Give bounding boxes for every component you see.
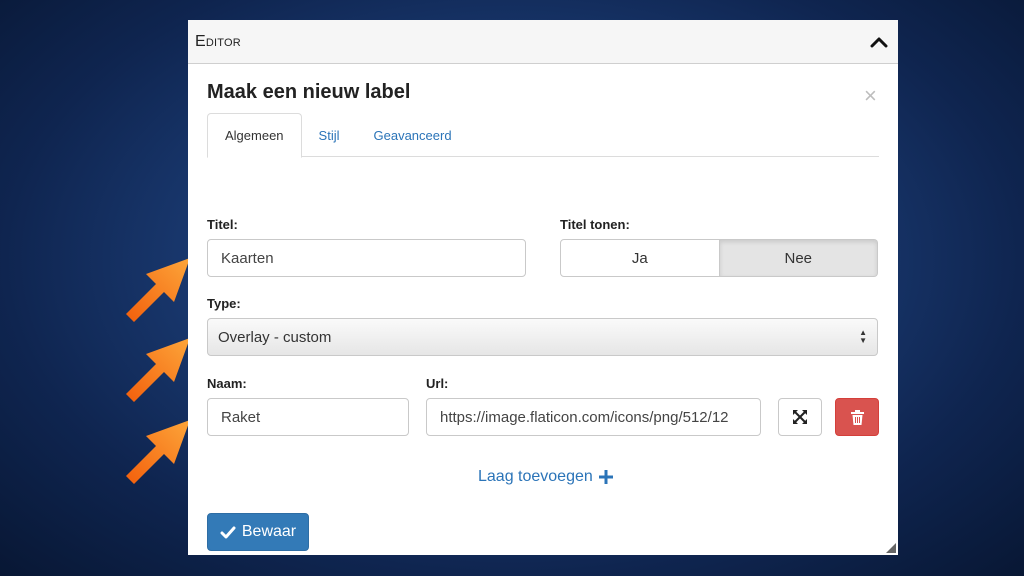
collapse-button[interactable] [868, 31, 890, 53]
chevron-up-icon [870, 37, 888, 47]
name-input[interactable]: Raket [207, 398, 409, 436]
name-label: Naam: [207, 376, 247, 391]
select-arrows-icon: ▲ ▼ [859, 328, 867, 345]
close-icon[interactable]: × [864, 85, 877, 107]
type-label: Type: [207, 296, 241, 311]
delete-button[interactable] [835, 398, 879, 436]
url-label: Url: [426, 376, 449, 391]
plus-icon [598, 470, 613, 484]
expand-arrows-icon [793, 410, 807, 424]
type-select-value: Overlay - custom [218, 328, 332, 346]
tab-bar: Algemeen Stijl Geavanceerd [207, 113, 879, 158]
url-input[interactable]: https://image.flaticon.com/icons/png/512… [426, 398, 761, 436]
panel-title: Editor [195, 32, 241, 50]
add-layer-button[interactable]: Laag toevoegen [478, 468, 613, 486]
title-label: Titel: [207, 217, 238, 232]
resize-handle-icon[interactable] [886, 543, 896, 553]
show-title-yes-button[interactable]: Ja [560, 239, 720, 277]
trash-icon [850, 409, 864, 425]
editor-panel: Editor Maak een nieuw label × Algemeen S… [188, 20, 898, 555]
check-icon [220, 526, 236, 538]
modal-title: Maak een nieuw label [207, 81, 411, 103]
save-label: Bewaar [241, 523, 297, 540]
show-title-toggle: Ja Nee [560, 239, 878, 277]
tab-stijl[interactable]: Stijl [302, 113, 357, 157]
title-input[interactable]: Kaarten [207, 239, 526, 277]
tab-algemeen[interactable]: Algemeen [207, 113, 302, 158]
show-title-no-button[interactable]: Nee [719, 239, 878, 277]
save-button[interactable]: Bewaar [207, 513, 309, 551]
tab-geavanceerd[interactable]: Geavanceerd [357, 113, 469, 157]
panel-header: Editor [188, 20, 898, 64]
expand-button[interactable] [778, 398, 822, 436]
type-select[interactable]: Overlay - custom ▲ ▼ [207, 318, 878, 356]
show-title-label: Titel tonen: [560, 217, 630, 232]
add-layer-label: Laag toevoegen [478, 468, 593, 485]
